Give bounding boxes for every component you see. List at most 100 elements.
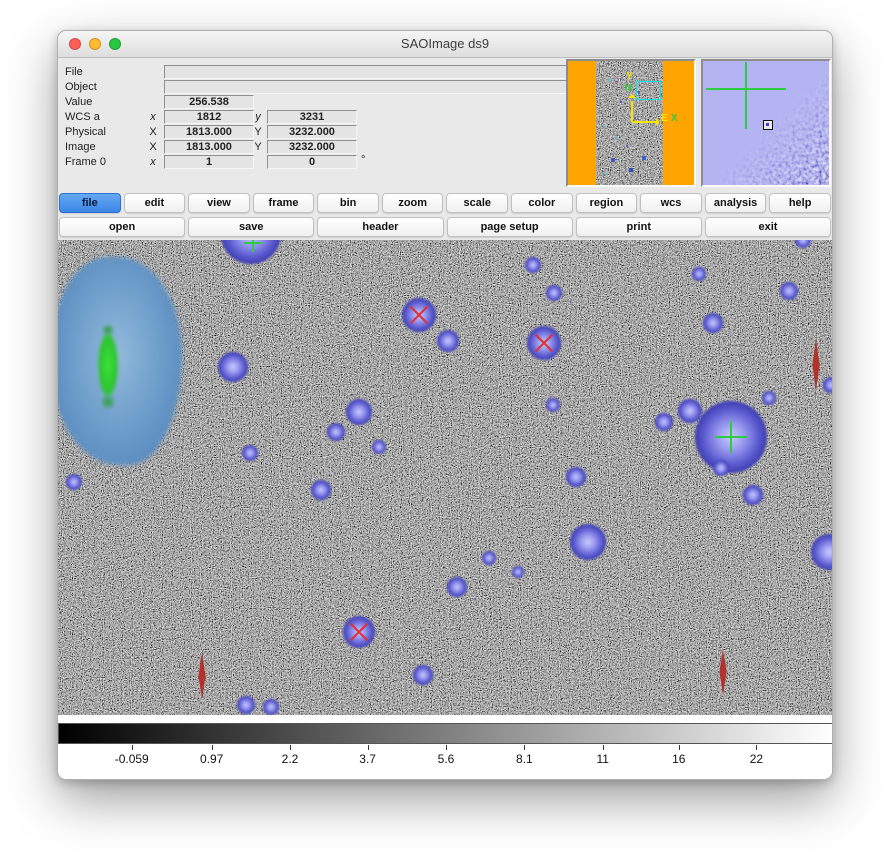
info-row-image: Image X 1813.000 Y 3232.000 xyxy=(61,140,566,155)
window-title: SAOImage ds9 xyxy=(58,31,832,57)
colorbar-tick-label: -0.059 xyxy=(115,752,149,766)
star-blob xyxy=(566,467,586,487)
physical-y-field[interactable]: 3232.000 xyxy=(267,125,357,139)
header-button[interactable]: header xyxy=(317,217,443,237)
physical-x-field[interactable]: 1813.000 xyxy=(164,125,254,139)
panner-viewbox[interactable] xyxy=(636,81,661,100)
compass-y-label: Y xyxy=(626,72,633,82)
file-action-bar: open save header page setup print exit xyxy=(58,216,832,240)
colorbar-tick-label: 16 xyxy=(672,752,685,766)
colorbar-tick xyxy=(756,745,757,750)
print-button[interactable]: print xyxy=(576,217,702,237)
value-field[interactable]: 256.538 xyxy=(164,95,254,109)
star-blob xyxy=(512,566,524,578)
star-blob xyxy=(66,474,82,490)
region-diamond-marker xyxy=(196,653,208,699)
colorbar-tick-label: 5.6 xyxy=(438,752,455,766)
panner-star-specks xyxy=(596,61,598,63)
menu-region[interactable]: region xyxy=(576,193,638,213)
object-label: Object xyxy=(65,81,97,93)
page-setup-button[interactable]: page setup xyxy=(447,217,573,237)
crosshair-marker xyxy=(244,240,262,252)
file-field[interactable] xyxy=(164,65,567,79)
zoom-button[interactable] xyxy=(109,38,121,50)
frame-angle-field[interactable]: 0 xyxy=(267,155,357,169)
menu-edit[interactable]: edit xyxy=(124,193,186,213)
menu-color[interactable]: color xyxy=(511,193,573,213)
star-blob xyxy=(780,282,798,300)
colorbar-tick xyxy=(446,745,447,750)
colorbar-tick xyxy=(679,745,680,750)
star-blob xyxy=(570,524,606,560)
compass-east-label: E xyxy=(661,114,668,124)
image-label: Image xyxy=(65,141,96,153)
close-button[interactable] xyxy=(69,38,81,50)
menu-wcs[interactable]: wcs xyxy=(640,193,702,213)
colorbar-tick-label: 8.1 xyxy=(516,752,533,766)
wcs-x-field[interactable]: 1812 xyxy=(164,110,254,124)
exit-button[interactable]: exit xyxy=(705,217,831,237)
colorbar-tick xyxy=(603,745,604,750)
frame-zoom-field[interactable]: 1 xyxy=(164,155,254,169)
menu-help[interactable]: help xyxy=(769,193,831,213)
magnifier-center-pixel xyxy=(763,120,773,130)
image-x-field[interactable]: 1813.000 xyxy=(164,140,254,154)
object-field[interactable] xyxy=(164,80,567,94)
star-blob xyxy=(795,240,811,248)
menu-scale[interactable]: scale xyxy=(446,193,508,213)
compass-x-label: X xyxy=(671,114,678,124)
info-row-wcs: WCS a x 1812 y 3231 xyxy=(61,110,566,125)
star-blob xyxy=(811,534,833,570)
wcs-label: WCS a xyxy=(65,111,100,123)
star-blob xyxy=(525,257,541,273)
image-x-label: X xyxy=(145,141,161,153)
colorbar-tick-label: 11 xyxy=(597,752,609,766)
image-canvas[interactable] xyxy=(58,240,833,715)
star-blob xyxy=(482,551,496,565)
star-blob xyxy=(327,423,345,441)
titlebar[interactable]: SAOImage ds9 xyxy=(58,31,832,58)
colorbar-tick xyxy=(524,745,525,750)
colorbar[interactable] xyxy=(58,723,833,744)
info-header: File Object Value 256.538 WCS a x 1812 y… xyxy=(58,58,832,192)
info-row-frame: Frame 0 x 1 0 ° xyxy=(61,155,566,170)
galaxy-speck xyxy=(102,324,114,336)
wcs-y-field[interactable]: 3231 xyxy=(267,110,357,124)
colorbar-tick-label: 3.7 xyxy=(359,752,376,766)
star-blob xyxy=(242,445,258,461)
star-blob xyxy=(655,413,673,431)
image-y-field[interactable]: 3232.000 xyxy=(267,140,357,154)
colorbar-tick xyxy=(290,745,291,750)
menu-frame[interactable]: frame xyxy=(253,193,315,213)
info-row-value: Value 256.538 xyxy=(61,95,566,110)
minimize-button[interactable] xyxy=(89,38,101,50)
star-blob xyxy=(823,377,833,393)
compass-north-label: N xyxy=(625,84,632,94)
info-row-physical: Physical X 1813.000 Y 3232.000 xyxy=(61,125,566,140)
star-blob xyxy=(546,285,562,301)
panner[interactable]: Y N E X xyxy=(566,59,696,187)
region-diamond-marker xyxy=(717,649,729,695)
region-x-marker xyxy=(532,331,556,355)
frame-x-label: x xyxy=(145,156,161,168)
menu-zoom[interactable]: zoom xyxy=(382,193,444,213)
image-y-label: Y xyxy=(251,141,265,153)
star-blob xyxy=(237,696,255,714)
value-label: Value xyxy=(65,96,92,108)
star-blob xyxy=(546,398,560,412)
menu-file[interactable]: file xyxy=(59,193,121,213)
info-row-file: File xyxy=(61,65,566,80)
menu-analysis[interactable]: analysis xyxy=(705,193,767,213)
colorbar-ticks: -0.0590.972.23.75.68.1111622 xyxy=(58,744,833,774)
info-row-object: Object xyxy=(61,80,566,95)
star-blob xyxy=(413,665,433,685)
compass-up-arrowhead-icon xyxy=(628,94,636,98)
menubar: file edit view frame bin zoom scale colo… xyxy=(58,192,832,216)
colorbar-tick-label: 0.97 xyxy=(200,752,223,766)
colorbar-panel: -0.0590.972.23.75.68.1111622 xyxy=(58,715,832,780)
star-blob xyxy=(713,460,729,476)
save-button[interactable]: save xyxy=(188,217,314,237)
menu-bin[interactable]: bin xyxy=(317,193,379,213)
menu-view[interactable]: view xyxy=(188,193,250,213)
open-button[interactable]: open xyxy=(59,217,185,237)
